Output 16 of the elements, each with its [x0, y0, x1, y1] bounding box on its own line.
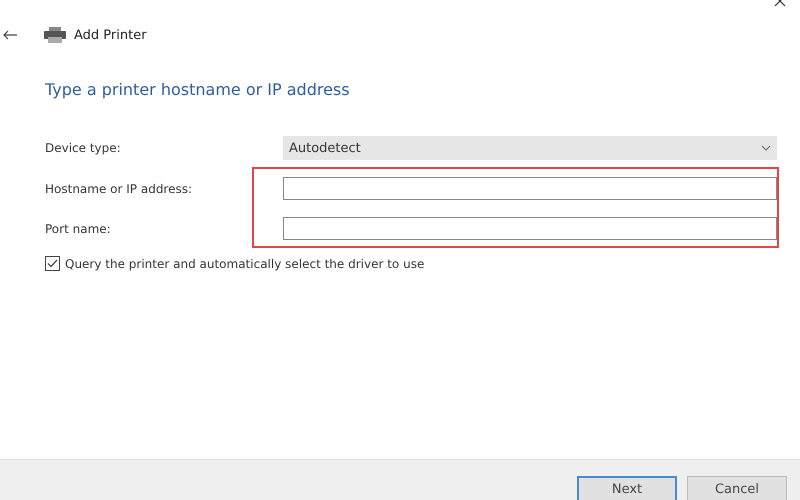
back-arrow-icon[interactable] — [2, 30, 18, 40]
chevron-down-icon — [761, 145, 771, 151]
input-field[interactable] — [283, 177, 777, 200]
checkbox-label: Query the printer and automatically select the driver to use — [65, 256, 424, 270]
cancel-button[interactable]: Cancel — [687, 476, 787, 500]
printer-icon — [43, 27, 67, 43]
page-heading: Type a printer hostname or IP address — [45, 80, 351, 99]
window-title: Add Printer — [74, 28, 147, 42]
next-button[interactable]: Next — [577, 476, 677, 500]
field-label: Hostname or IP address: — [45, 182, 194, 196]
checkbox[interactable] — [45, 256, 60, 271]
input-field[interactable] — [283, 217, 777, 240]
device-type-dropdown[interactable]: Autodetect — [283, 136, 777, 160]
field-label: Port name: — [45, 222, 112, 236]
close-icon[interactable] — [774, 0, 786, 8]
field-label: Device type: — [45, 141, 122, 155]
